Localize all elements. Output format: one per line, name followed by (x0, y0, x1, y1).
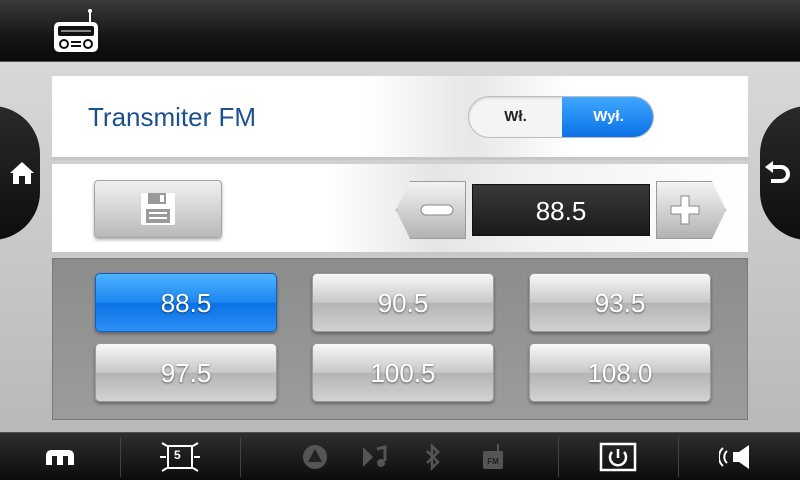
preset-button[interactable]: 90.5 (312, 273, 494, 332)
speaker-icon (719, 445, 749, 469)
fm-icon: FM (483, 444, 503, 469)
bluetooth-status (418, 433, 448, 480)
menu-button[interactable] (40, 433, 80, 480)
bottom-bar: 5 FM (0, 432, 800, 480)
floppy-disk-icon (141, 193, 175, 225)
preset-button[interactable]: 100.5 (312, 343, 494, 402)
music-icon (363, 445, 387, 467)
menu-icon (46, 450, 74, 465)
music-status (360, 433, 390, 480)
volume-button[interactable] (718, 433, 758, 480)
save-preset-button[interactable] (94, 180, 222, 238)
bluetooth-icon (426, 443, 440, 471)
toggle-off-option[interactable]: Wył. (562, 97, 653, 137)
minus-icon (420, 204, 454, 216)
plus-icon (670, 195, 700, 225)
frequency-decrement-button[interactable] (396, 181, 466, 239)
back-arrow-icon (765, 161, 790, 183)
preset-button[interactable]: 88.5 (95, 273, 277, 332)
back-button[interactable] (760, 106, 800, 240)
home-button[interactable] (0, 106, 40, 240)
frequency-display: 88.5 (472, 184, 650, 236)
power-toggle[interactable]: Wł. Wył. (468, 96, 654, 138)
top-bar (0, 0, 800, 62)
preset-button[interactable]: 108.0 (529, 343, 711, 402)
fm-status: FM (478, 433, 508, 480)
preset-button[interactable]: 93.5 (529, 273, 711, 332)
navigation-icon (303, 445, 327, 469)
page-title: Transmiter FM (88, 102, 257, 132)
screen-mode-button[interactable]: 5 (155, 433, 205, 480)
transmitter-row: Transmiter FM Wł. Wył. (52, 76, 748, 160)
main-panel: Transmiter FM Wł. Wył. 88.5 88.5 90.5 93… (0, 62, 800, 432)
power-button[interactable] (598, 433, 638, 480)
preset-grid: 88.5 90.5 93.5 97.5 100.5 108.0 (52, 258, 748, 420)
navigation-status (300, 433, 330, 480)
frequency-increment-button[interactable] (656, 181, 726, 239)
toggle-on-option[interactable]: Wł. (469, 97, 562, 137)
preset-button[interactable]: 97.5 (95, 343, 277, 402)
power-icon (599, 442, 637, 472)
tuner-row: 88.5 (52, 164, 748, 252)
screen-badge-label: 5 (174, 448, 181, 462)
home-icon (10, 162, 34, 184)
fm-icon-label: FM (487, 457, 499, 466)
radio-icon[interactable] (52, 8, 100, 54)
